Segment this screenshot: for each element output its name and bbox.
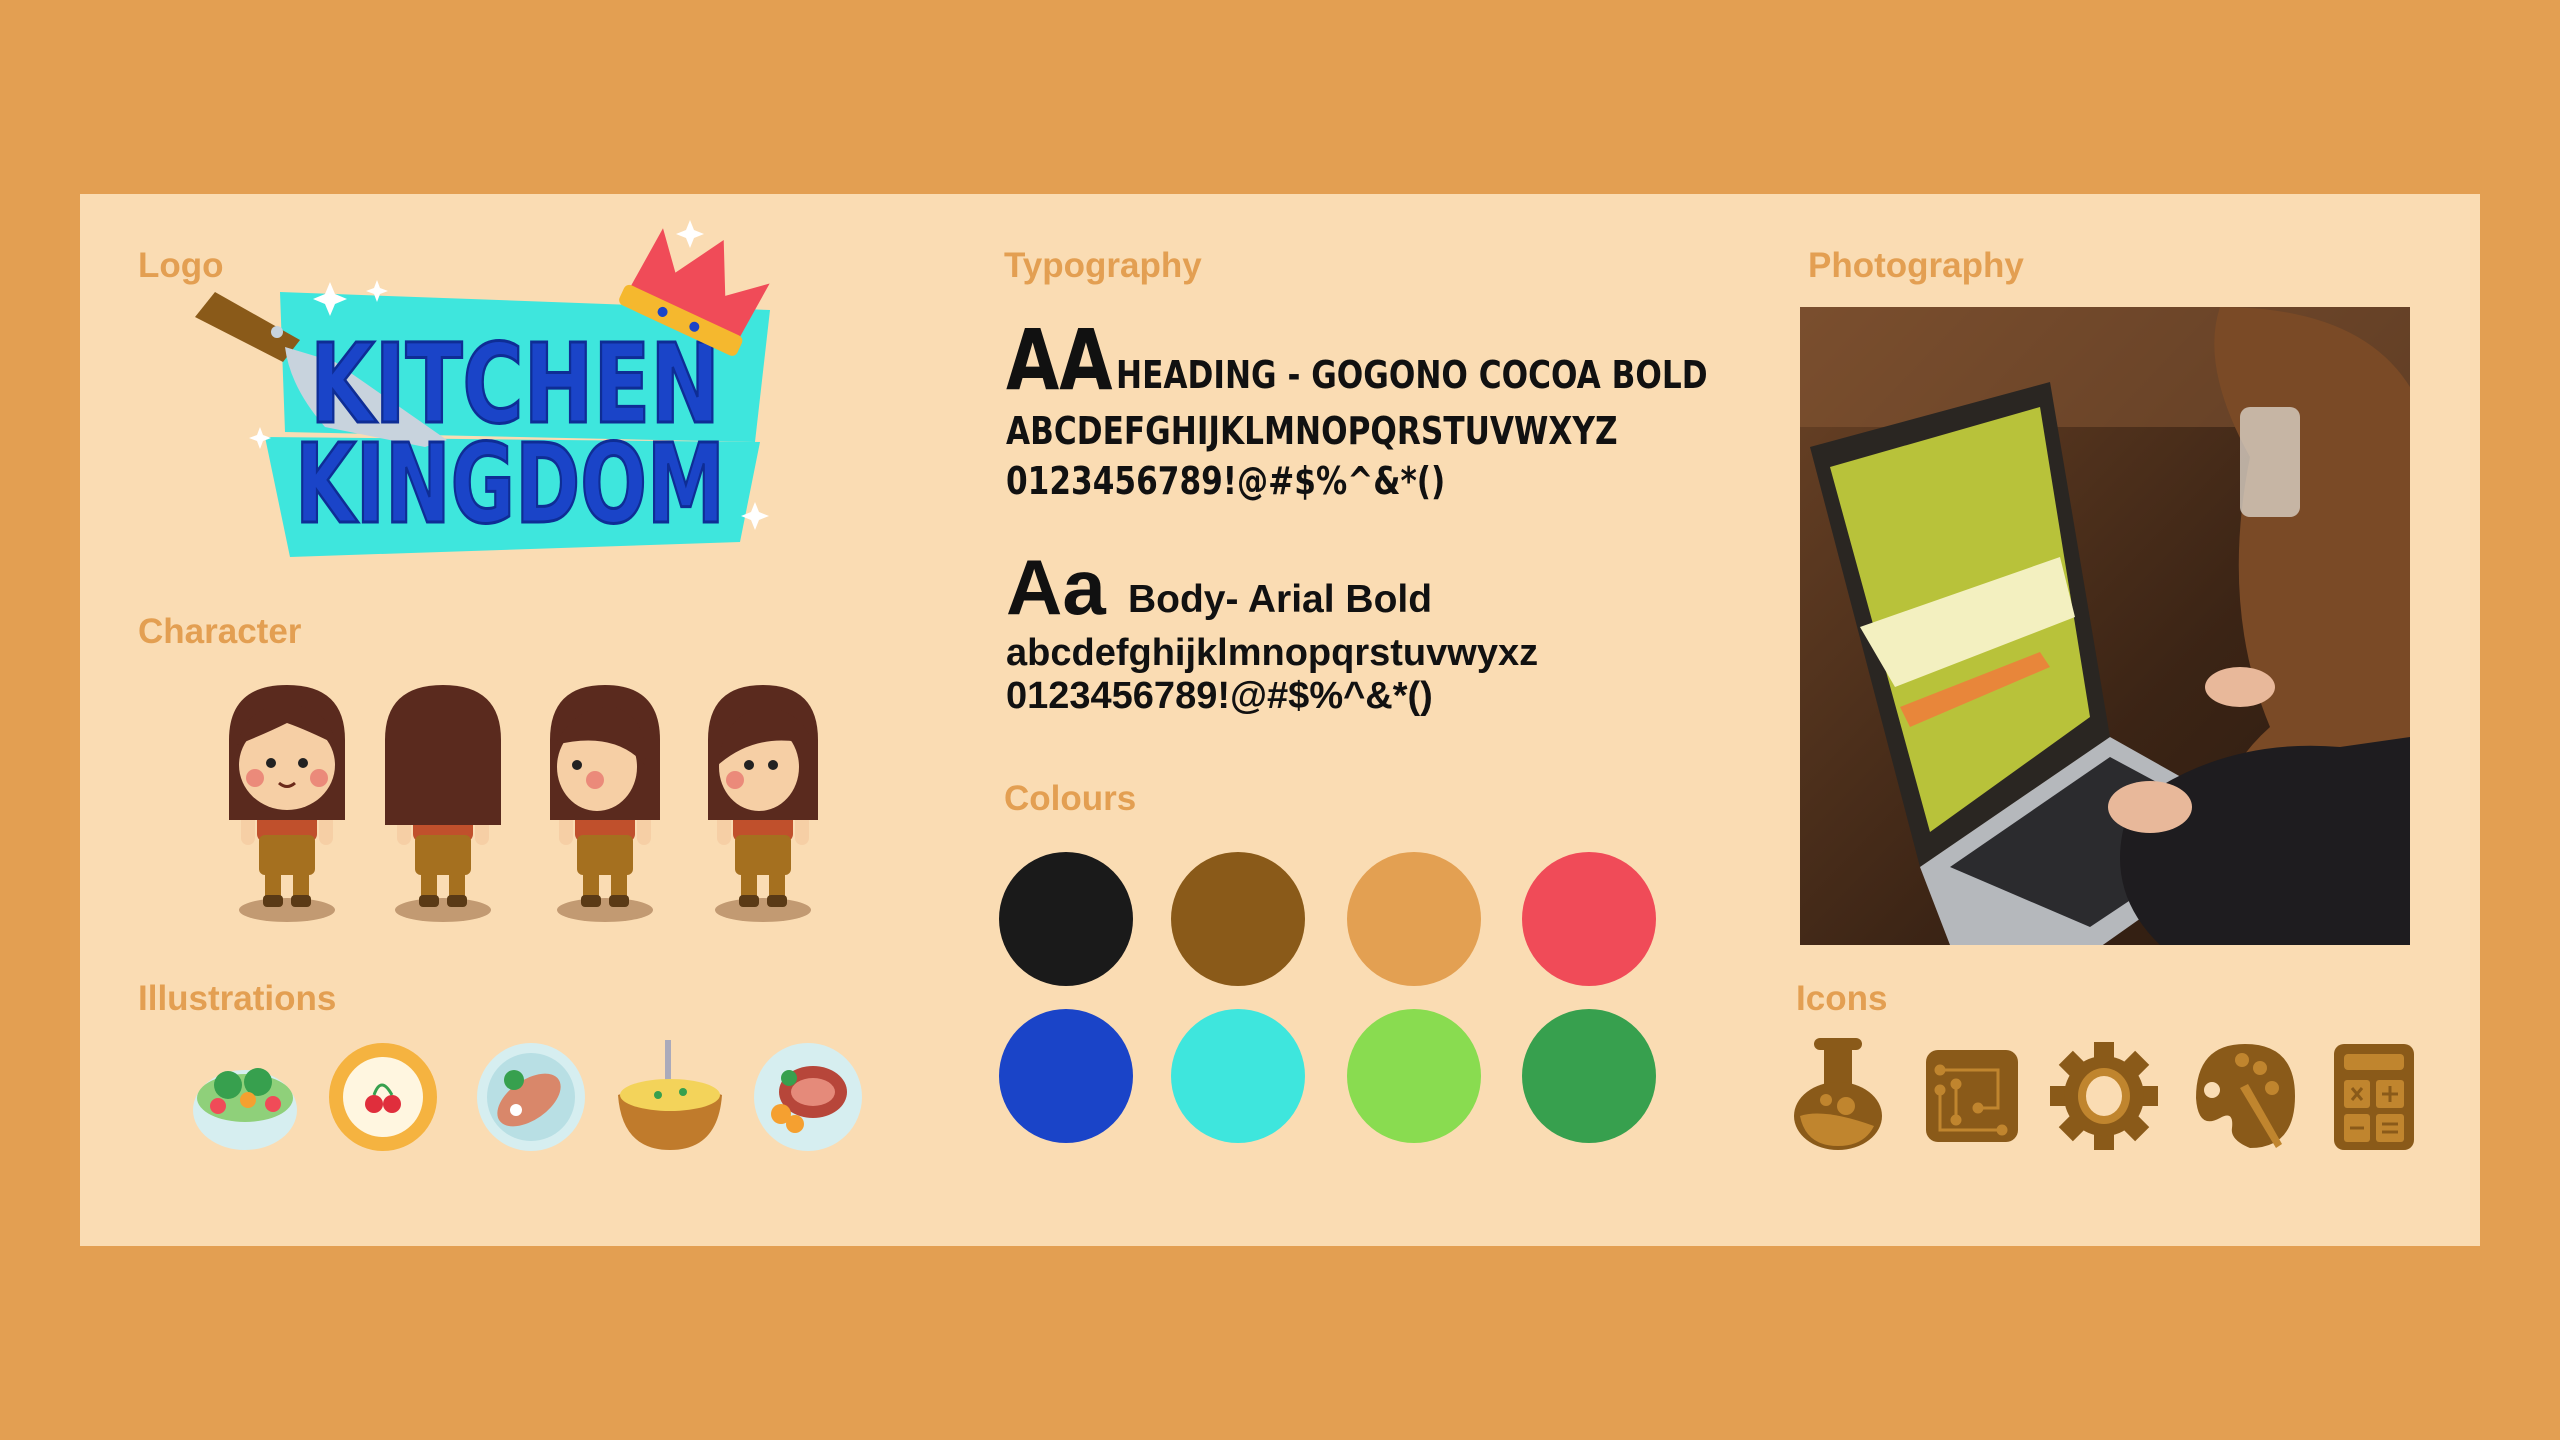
body-sample: Aa [1006, 543, 1106, 631]
heading-alphabet: ABCDEFGHIJKLMNOPQRSTUVWXYZ [1006, 409, 1618, 453]
character-front [229, 685, 345, 922]
section-label-icons: Icons [1796, 979, 1888, 1018]
soup-bowl-icon [618, 1040, 722, 1150]
colour-swatch [1171, 852, 1305, 986]
colour-swatch [1522, 1009, 1656, 1143]
character-side-left [708, 685, 818, 922]
fish-dish-icon [477, 1043, 585, 1151]
colour-swatch [1522, 852, 1656, 986]
section-label-typography: Typography [1004, 246, 1202, 285]
circuit-board-icon [1926, 1050, 2018, 1142]
character-back [385, 685, 501, 922]
heading-font-name: HEADING - GOGONO COCOA BOLD [1116, 353, 1708, 397]
body-alphabet: abcdefghijklmnopqrstuvwyxz [1006, 632, 1539, 674]
colour-swatch [999, 1009, 1133, 1143]
section-label-illustrations: Illustrations [138, 979, 337, 1018]
flask-icon [1794, 1038, 1882, 1150]
salad-icon [193, 1068, 297, 1150]
calculator-icon [2334, 1044, 2414, 1150]
kitchen-kingdom-logo: KITCHEN KINGDOM [195, 220, 770, 557]
cherry-tart-icon [329, 1043, 437, 1151]
heading-numbers: 0123456789!@#$%^&*() [1006, 459, 1446, 503]
colour-swatch [1171, 1009, 1305, 1143]
colour-swatch [999, 852, 1133, 986]
steak-plate-icon [754, 1043, 862, 1151]
body-numbers: 0123456789!@#$%^&*() [1006, 675, 1433, 717]
colour-swatch [1347, 1009, 1481, 1143]
character-side-right [550, 685, 660, 922]
gear-icon [2050, 1042, 2158, 1150]
colour-swatch [1347, 852, 1481, 986]
section-label-colours: Colours [1004, 779, 1137, 818]
palette-icon [2196, 1044, 2295, 1148]
heading-sample: AA [1006, 311, 1113, 409]
logo-line-2: KINGDOM [295, 420, 725, 548]
photo-girl-using-laptop [1800, 307, 2410, 945]
section-label-photography: Photography [1808, 246, 2024, 285]
character-turnaround [229, 685, 818, 922]
section-label-character: Character [138, 612, 302, 651]
body-font-name: Body- Arial Bold [1128, 578, 1433, 621]
